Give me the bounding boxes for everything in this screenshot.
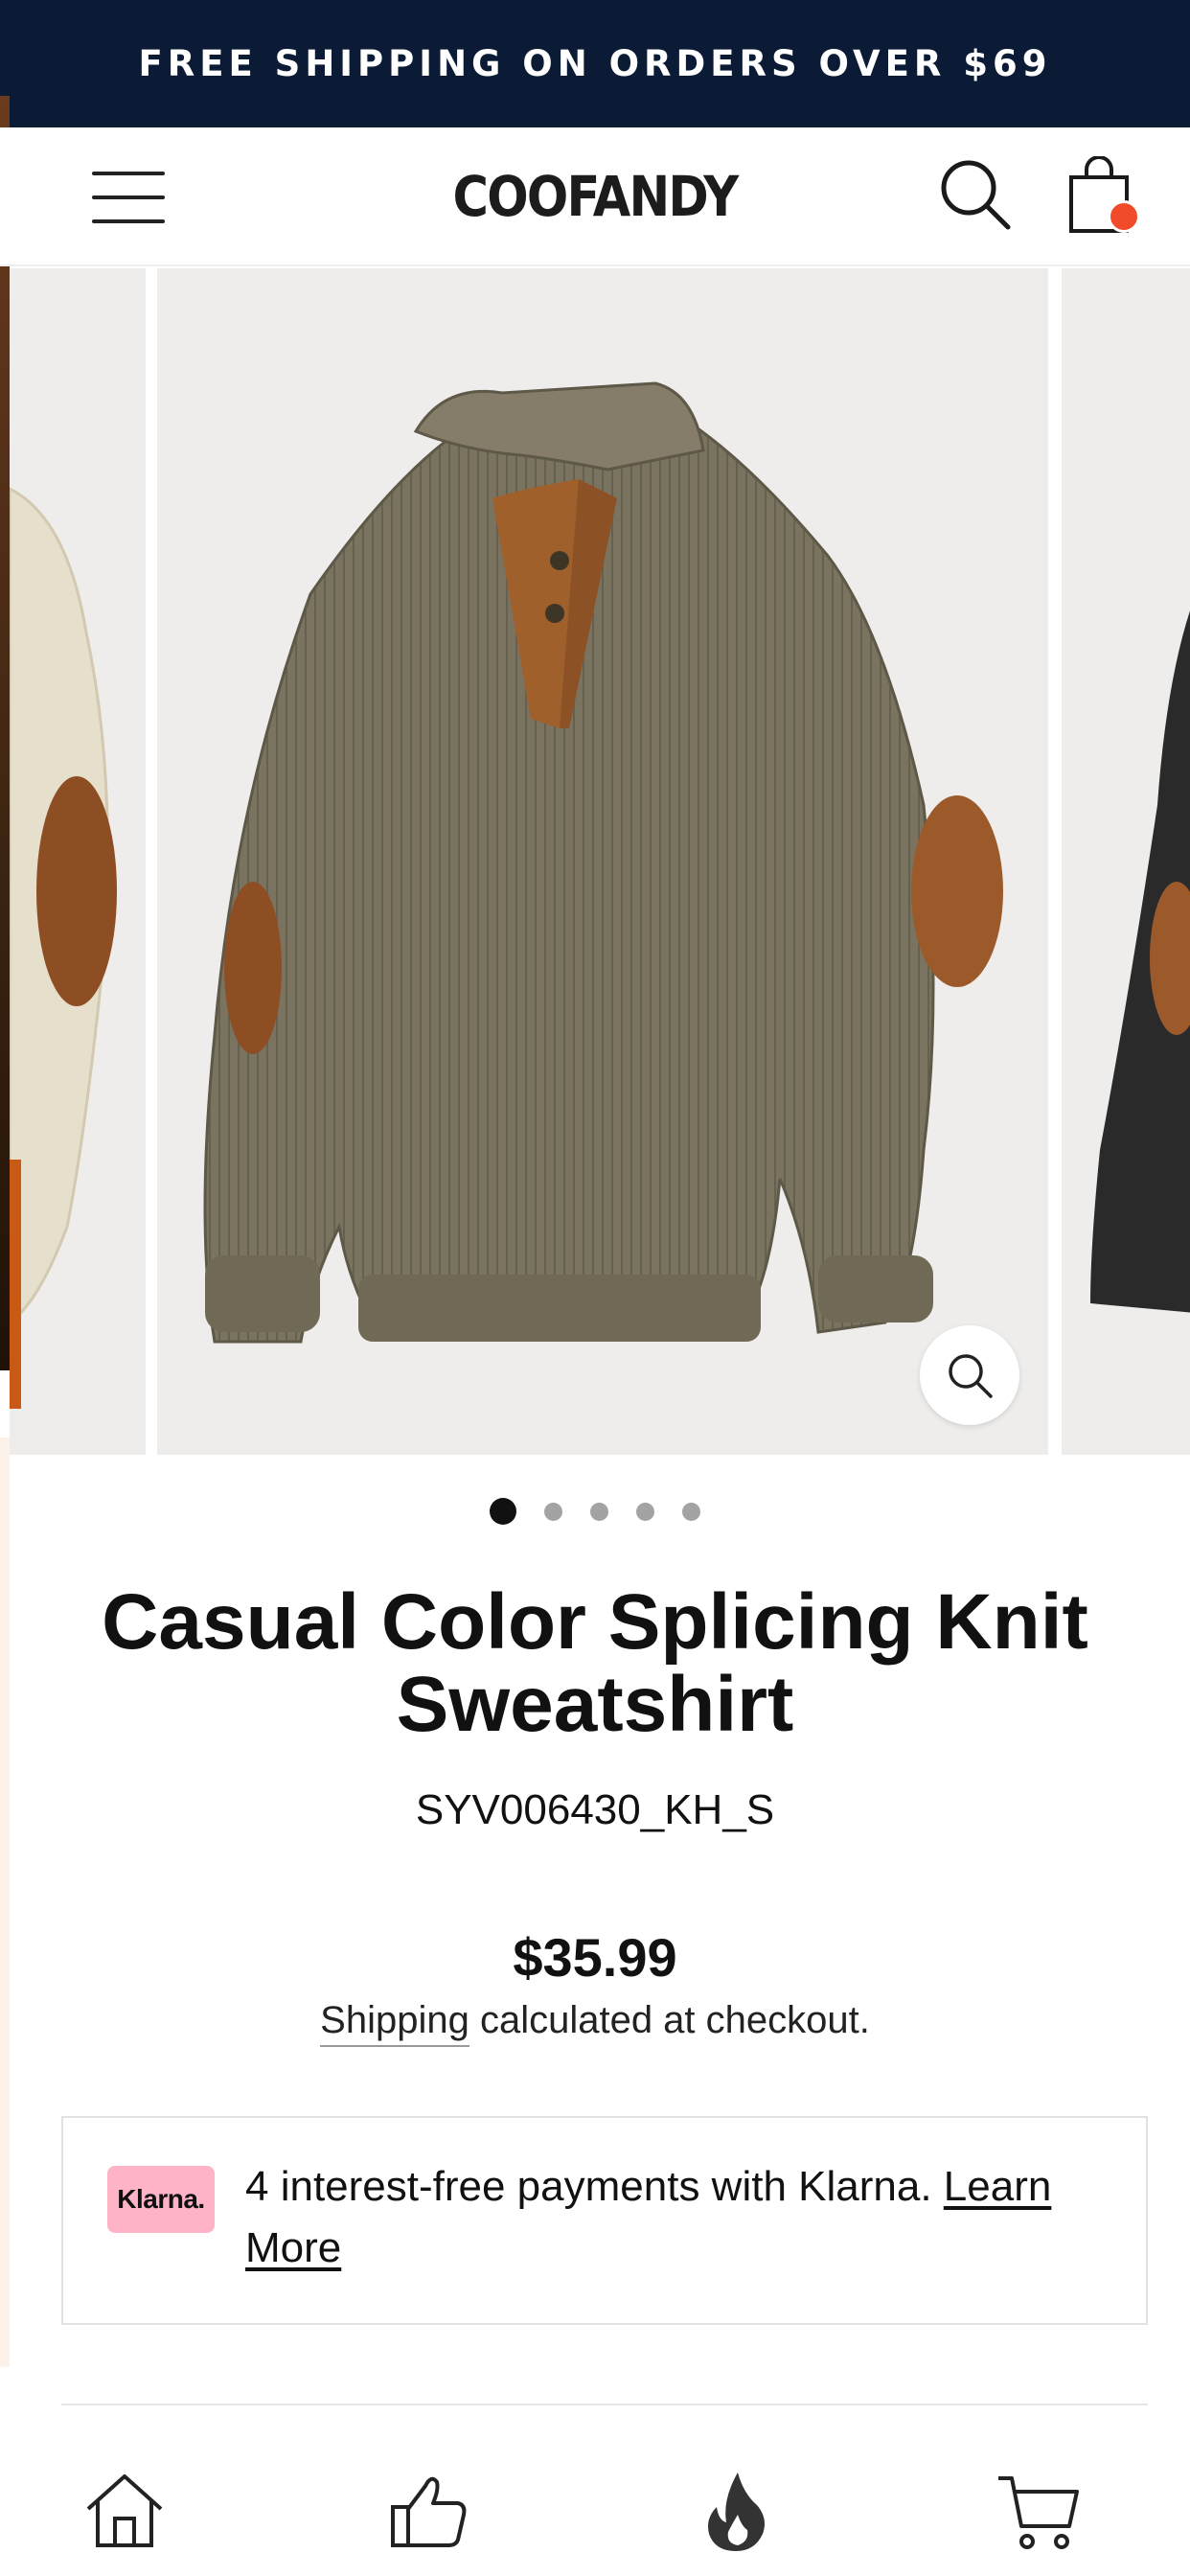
pagination-dot-2[interactable]: [544, 1502, 562, 1521]
product-price: $35.99: [513, 1927, 677, 1988]
klarna-message-text: 4 interest-free payments with Klarna.: [245, 2163, 944, 2210]
klarna-logo: Klarna.: [107, 2166, 215, 2233]
home-icon: [86, 2474, 163, 2547]
nav-recommended[interactable]: [383, 2465, 475, 2557]
product-image-beige: [10, 268, 146, 1455]
cart-badge: [1108, 200, 1140, 233]
search-button[interactable]: [937, 156, 1014, 233]
cart-icon: [998, 2476, 1079, 2549]
cart-button[interactable]: [1062, 155, 1148, 237]
divider: [61, 2404, 1148, 2405]
bottom-nav: [0, 2453, 1190, 2576]
site-header: COOFANDY: [0, 127, 1190, 266]
drawer-edge: [0, 96, 10, 1370]
zoom-button[interactable]: [920, 1325, 1019, 1425]
zoom-icon: [949, 1354, 993, 1398]
pagination-dot-5[interactable]: [682, 1502, 700, 1521]
pagination-dot-1[interactable]: [490, 1498, 516, 1525]
gallery-slide-main[interactable]: [157, 268, 1048, 1455]
klarna-banner: Klarna. 4 interest-free payments with Kl…: [61, 2116, 1148, 2325]
announcement-text: FREE SHIPPING ON ORDERS OVER $69: [138, 43, 1052, 84]
product-sku: SYV006430_KH_S: [415, 1786, 775, 1833]
nav-home[interactable]: [79, 2465, 171, 2557]
fire-icon: [708, 2472, 765, 2551]
shipping-note: Shipping calculated at checkout.: [0, 1999, 1190, 2047]
product-image-main: [157, 268, 1048, 1455]
thumbs-up-icon: [391, 2476, 467, 2547]
gallery-slide-previous[interactable]: [10, 268, 146, 1455]
shipping-note-text: calculated at checkout.: [469, 1999, 870, 2041]
search-icon: [941, 160, 1011, 230]
product-gallery[interactable]: [10, 268, 1190, 1455]
drawer-edge-lower: [0, 1438, 10, 2367]
product-image-black: [1062, 268, 1190, 1455]
nav-hot[interactable]: [690, 2465, 782, 2557]
shipping-link[interactable]: Shipping: [320, 1999, 469, 2047]
product-title: Casual Color Splicing Knit Sweatshirt: [102, 1578, 1088, 1748]
gallery-slide-next[interactable]: [1062, 268, 1190, 1455]
nav-cart[interactable]: [993, 2465, 1085, 2557]
klarna-message: 4 interest-free payments with Klarna. Le…: [245, 2156, 1108, 2279]
pagination-dot-4[interactable]: [636, 1502, 654, 1521]
announcement-bar: FREE SHIPPING ON ORDERS OVER $69: [0, 0, 1190, 127]
gallery-pagination: [0, 1497, 1190, 1526]
pagination-dot-3[interactable]: [590, 1502, 608, 1521]
